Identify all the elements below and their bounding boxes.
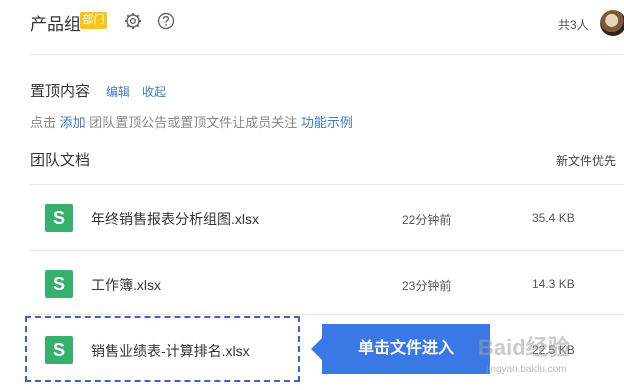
pinned-section-title: 置顶内容 [30, 83, 91, 100]
spreadsheet-icon: S [45, 204, 73, 232]
file-row[interactable]: S 年终销售报表分析组图.xlsx 22分钟前 35.4 KB [30, 186, 624, 248]
team-docs-title: 团队文档 [30, 152, 91, 169]
file-time: 23分钟前 [402, 279, 452, 293]
file-row[interactable]: S 工作簿.xlsx 23分钟前 14.3 KB [30, 252, 624, 314]
callout-arrow [311, 338, 322, 360]
file-name[interactable]: 年终销售报表分析组图.xlsx [91, 209, 259, 229]
hint-middle: 团队置顶公告或置顶文件让成员关注 [89, 115, 298, 130]
add-link[interactable]: 添加 [60, 115, 86, 130]
row-divider [30, 250, 624, 251]
file-size: 14.3 KB [532, 277, 575, 291]
example-link[interactable]: 功能示例 [301, 115, 353, 130]
row-divider [30, 314, 624, 315]
collapse-link[interactable]: 收起 [142, 83, 166, 100]
hint-prefix: 点击 [30, 115, 57, 130]
watermark: Baid经验 [478, 335, 570, 360]
file-size: 35.4 KB [532, 211, 575, 225]
callout-label: 单击文件进入 [322, 324, 490, 374]
team-title: 产品组 [30, 15, 81, 34]
edit-link[interactable]: 编辑 [106, 83, 130, 100]
pinned-hint: 点击 添加 团队置顶公告或置顶文件让成员关注 功能示例 [30, 112, 353, 131]
help-icon[interactable] [157, 12, 175, 30]
file-time: 22分钟前 [402, 213, 452, 227]
watermark-url: jingyan.baidu.com [486, 364, 567, 375]
sort-dropdown[interactable]: 新文件优先 [556, 152, 616, 169]
avatar[interactable] [600, 10, 624, 36]
member-count[interactable]: 共3人 [558, 16, 589, 33]
docs-divider [30, 184, 624, 185]
file-highlight-box [25, 316, 300, 382]
gear-icon[interactable] [124, 12, 142, 30]
department-badge: 部门 [80, 12, 107, 29]
header-divider [30, 54, 624, 55]
file-name[interactable]: 工作簿.xlsx [91, 275, 161, 295]
spreadsheet-icon: S [45, 270, 73, 298]
